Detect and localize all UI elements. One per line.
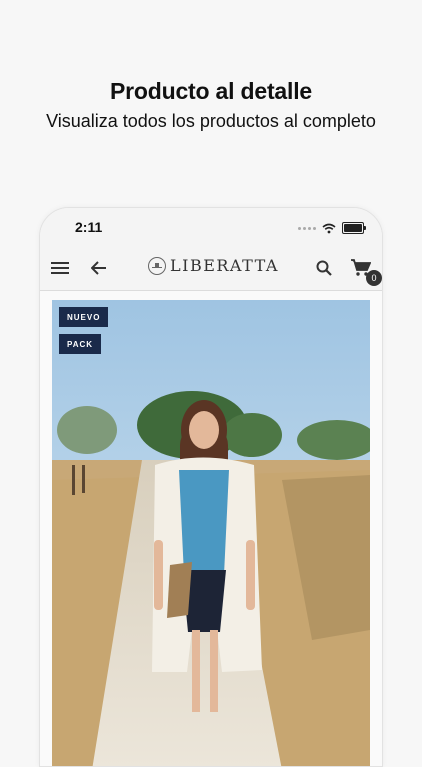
badge-pack: PACK <box>59 334 102 354</box>
cart-count-badge: 0 <box>366 270 382 286</box>
battery-icon <box>342 222 366 234</box>
product-photo <box>52 300 370 766</box>
back-arrow-icon[interactable] <box>87 256 111 280</box>
badge-new: NUEVO <box>59 307 109 327</box>
menu-icon[interactable] <box>48 256 72 280</box>
search-icon[interactable] <box>312 256 336 280</box>
brand-name: LIBERATTA <box>170 256 279 275</box>
promo-subtitle: Visualiza todos los productos al complet… <box>46 111 376 131</box>
wifi-icon <box>322 223 336 233</box>
status-time: 2:11 <box>75 219 103 235</box>
promo-title: Producto al detalle <box>110 78 312 104</box>
signal-dots-icon <box>298 226 316 230</box>
logo-hat-icon <box>148 256 166 275</box>
status-bar: 2:11 <box>40 208 382 246</box>
app-bar: LIBERATTA <box>40 246 382 291</box>
product-image[interactable]: NUEVO PACK <box>52 300 370 766</box>
brand-logo[interactable]: LIBERATTA <box>148 256 279 275</box>
phone-frame: 2:11 LIBERATTA 0 NUEVO PACK <box>39 207 383 767</box>
status-icons <box>298 222 366 234</box>
